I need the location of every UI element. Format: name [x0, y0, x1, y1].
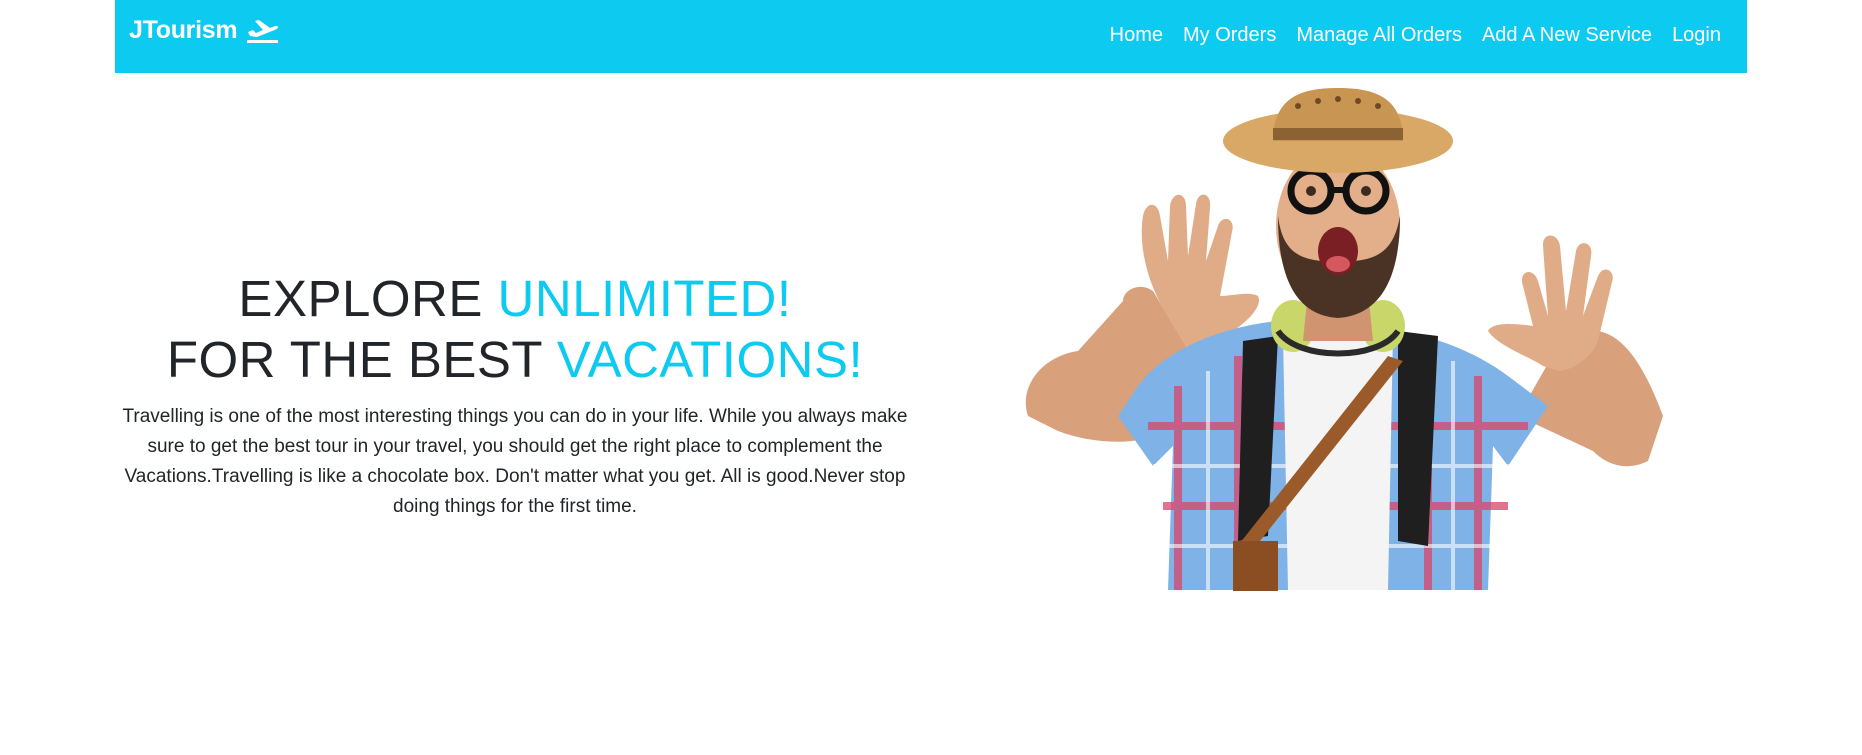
- headline-line1-dark: EXPLORE: [238, 270, 498, 327]
- hero-description: Travelling is one of the most interestin…: [122, 406, 908, 517]
- navbar: JTourism Home My Orders Manage All Order…: [115, 0, 1747, 73]
- brand-logo[interactable]: JTourism: [129, 16, 279, 45]
- nav-links: Home My Orders Manage All Orders Add A N…: [1110, 24, 1721, 47]
- airplane-icon: [247, 19, 279, 43]
- nav-add-new-service[interactable]: Add A New Service: [1482, 24, 1652, 47]
- hero-text: EXPLORE UNLIMITED! FOR THE BEST VACATION…: [120, 268, 910, 522]
- nav-home[interactable]: Home: [1110, 24, 1163, 47]
- nav-login[interactable]: Login: [1672, 24, 1721, 47]
- nav-manage-all-orders[interactable]: Manage All Orders: [1296, 24, 1462, 47]
- nav-my-orders[interactable]: My Orders: [1183, 24, 1276, 47]
- headline-line1-accent: UNLIMITED!: [497, 270, 792, 327]
- headline-line2-accent: VACATIONS!: [556, 331, 864, 388]
- hero-traveler-image: [1025, 88, 1663, 591]
- headline-line2-dark: FOR THE BEST: [166, 331, 557, 388]
- brand-name: JTourism: [129, 16, 238, 44]
- hero-headline: EXPLORE UNLIMITED! FOR THE BEST VACATION…: [120, 268, 910, 390]
